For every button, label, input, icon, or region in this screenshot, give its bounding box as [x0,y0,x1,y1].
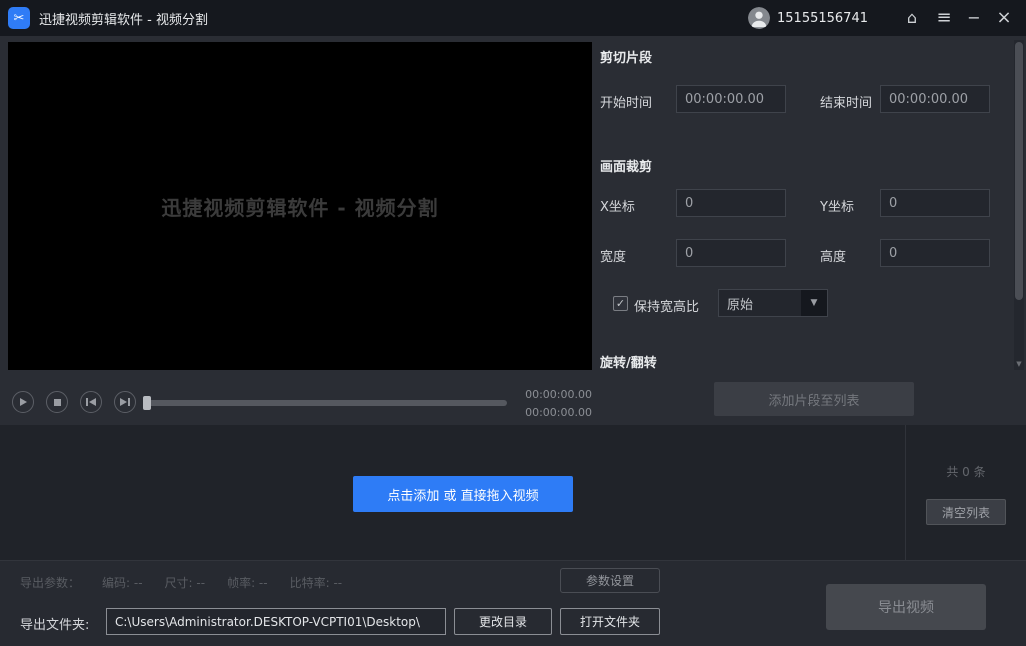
seek-handle[interactable] [143,396,151,410]
clear-list-button[interactable]: 清空列表 [926,499,1006,525]
export-params-label: 导出参数： [20,574,80,591]
app-title: 迅捷视频剪辑软件 - 视频分割 [39,9,208,28]
check-icon: ✓ [616,297,625,310]
crop-section-title: 画面裁剪 [600,156,652,175]
play-button[interactable] [12,391,34,413]
time-display: 00:00:00.00 00:00:00.00 [525,386,592,422]
play-icon [20,398,27,406]
home-icon[interactable]: ⌂ [902,10,922,26]
open-folder-button[interactable]: 打开文件夹 [560,608,660,635]
keep-aspect-label: 保持宽高比 [634,296,699,315]
bitrate-value: 比特率: -- [290,574,343,591]
minimize-icon[interactable]: − [964,10,984,26]
menu-icon[interactable]: ≡ [934,9,954,27]
aspect-ratio-select[interactable]: 原始 ▼ [718,289,828,317]
step-back-icon [86,398,88,406]
end-time-label: 结束时间 [820,92,872,111]
size-value: 尺寸: -- [165,574,206,591]
list-divider [905,425,906,560]
app-logo-icon: ✂ [8,7,30,29]
user-avatar[interactable] [748,7,770,29]
next-frame-button[interactable] [114,391,136,413]
preview-watermark: 迅捷视频剪辑软件 - 视频分割 [161,192,438,221]
export-area: 导出参数： 编码: -- 尺寸: -- 帧率: -- 比特率: -- 参数设置 … [0,560,1026,646]
video-preview: 迅捷视频剪辑软件 - 视频分割 [8,42,592,370]
framerate-value: 帧率: -- [227,574,268,591]
start-time-input[interactable] [676,85,786,113]
step-forward-icon [120,398,127,406]
add-video-button[interactable]: 点击添加 或 直接拖入视频 [353,476,573,512]
start-time-label: 开始时间 [600,92,652,111]
stop-icon [54,399,61,406]
height-label: 高度 [820,246,846,265]
y-label: Y坐标 [820,196,854,215]
export-params-row: 导出参数： 编码: -- 尺寸: -- 帧率: -- 比特率: -- [20,574,342,591]
app-window: ✂ 迅捷视频剪辑软件 - 视频分割 15155156741 ⌂ ≡ − × 迅捷… [0,0,1026,646]
scrollbar-down-icon[interactable]: ▼ [1014,360,1024,368]
rotate-section-title: 旋转/翻转 [600,352,657,371]
cut-section-title: 剪切片段 [600,47,652,66]
titlebar-right: 15155156741 ⌂ ≡ − × [748,7,1014,29]
add-clip-button[interactable]: 添加片段至列表 [714,382,914,416]
encode-value: 编码: -- [102,574,143,591]
export-folder-input[interactable] [106,608,446,635]
stop-button[interactable] [46,391,68,413]
panel-scrollbar[interactable]: ▼ [1014,40,1024,370]
params-settings-button[interactable]: 参数设置 [560,568,660,593]
close-icon[interactable]: × [994,9,1014,27]
titlebar: ✂ 迅捷视频剪辑软件 - 视频分割 15155156741 ⌂ ≡ − × [0,0,1026,36]
clip-count: 共 0 条 [920,463,1012,480]
export-video-button[interactable]: 导出视频 [826,584,986,630]
export-folder-label: 导出文件夹: [20,614,89,633]
width-label: 宽度 [600,246,626,265]
x-input[interactable] [676,189,786,217]
current-time: 00:00:00.00 [525,386,592,404]
username: 15155156741 [777,11,868,26]
scrollbar-thumb[interactable] [1015,42,1023,300]
clip-list-area: 点击添加 或 直接拖入视频 共 0 条 清空列表 [0,425,1026,560]
aspect-ratio-value: 原始 [719,294,801,313]
total-time: 00:00:00.00 [525,404,592,422]
change-directory-button[interactable]: 更改目录 [454,608,552,635]
end-time-input[interactable] [880,85,990,113]
person-icon [748,7,770,29]
x-label: X坐标 [600,196,635,215]
height-input[interactable] [880,239,990,267]
chevron-down-icon: ▼ [801,290,827,316]
keep-aspect-checkbox[interactable]: ✓ [613,296,628,311]
y-input[interactable] [880,189,990,217]
previous-frame-button[interactable] [80,391,102,413]
seek-bar[interactable] [143,400,507,406]
width-input[interactable] [676,239,786,267]
